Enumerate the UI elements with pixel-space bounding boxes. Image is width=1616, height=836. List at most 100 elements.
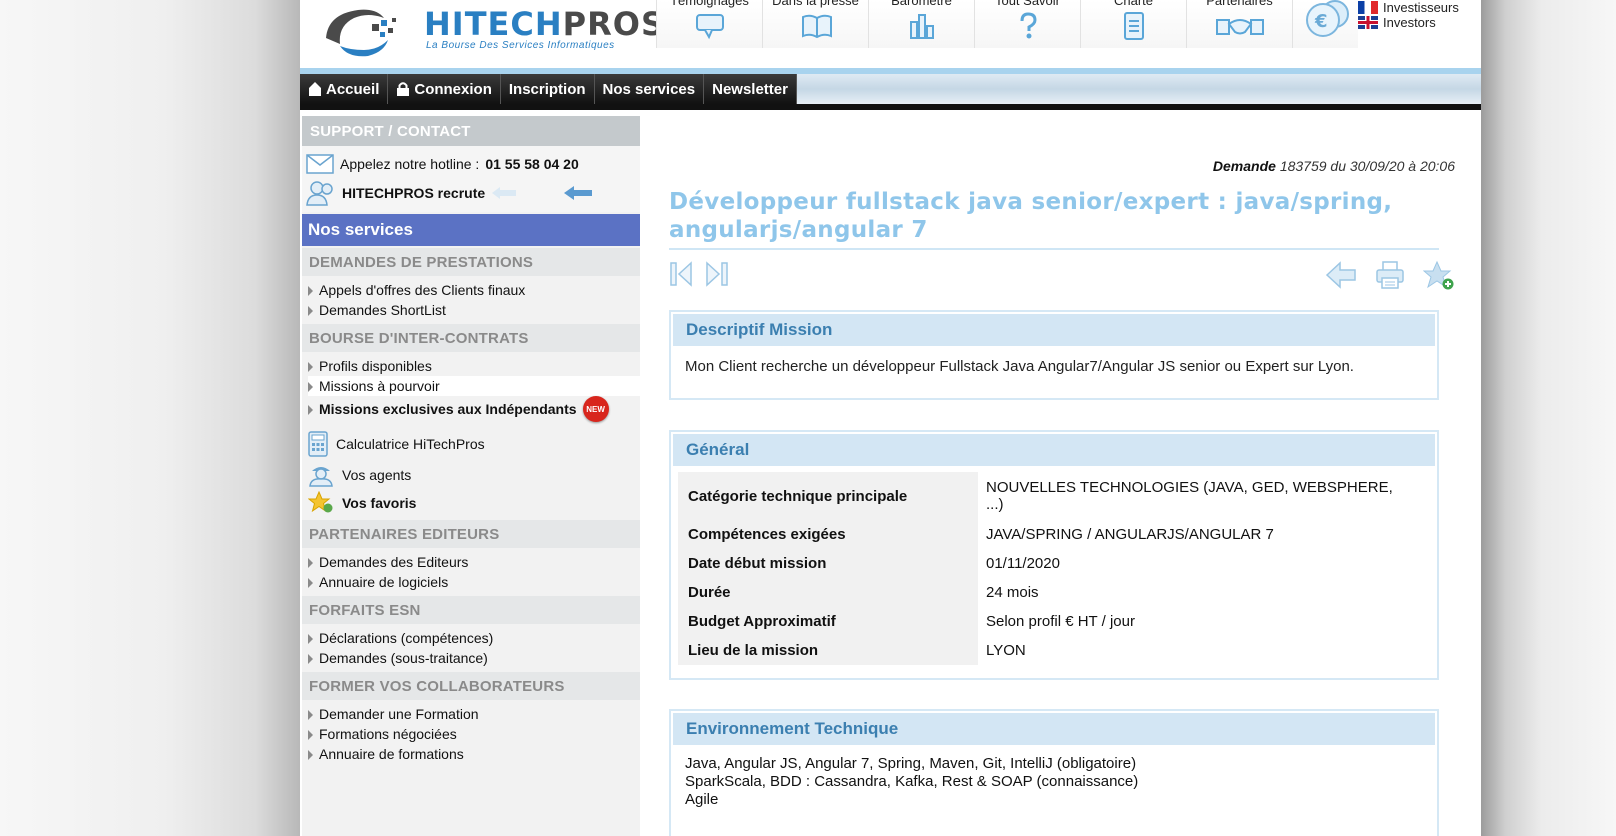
- topnav-investisseurs-euro[interactable]: €: [1292, 0, 1358, 48]
- nos-services-heading: Nos services: [302, 214, 640, 246]
- tool-calculatrice[interactable]: Calculatrice HiTechPros: [302, 428, 640, 460]
- tool-vos-agents[interactable]: Vos agents: [302, 460, 640, 490]
- hotline-label: Appelez notre hotline :: [340, 156, 480, 172]
- link-appels-offres[interactable]: Appels d'offres des Clients finaux: [308, 280, 640, 300]
- link-demander-formation[interactable]: Demander une Formation: [308, 704, 640, 724]
- support-contact-block: Appelez notre hotline : 01 55 58 04 20 H…: [302, 146, 640, 212]
- link-label: Missions exclusives aux Indépendants: [319, 401, 577, 417]
- section-bourse-inter-contrats: BOURSE D'INTER-CONTRATS: [302, 324, 640, 352]
- mission-description: Mon Client recherche un développeur Full…: [685, 358, 1354, 375]
- link-declarations[interactable]: Déclarations (compétences): [308, 628, 640, 648]
- tool-label: Vos agents: [342, 467, 412, 483]
- menu-nos-services[interactable]: Nos services: [594, 74, 705, 104]
- topnav-temoignages[interactable]: Témoignages: [656, 0, 762, 48]
- menu-inscription[interactable]: Inscription: [500, 74, 595, 104]
- panel-heading: Descriptif Mission: [673, 314, 1435, 346]
- bar-chart-icon: [910, 14, 934, 39]
- arrow-left-faded-icon: [492, 187, 517, 199]
- table-row: Catégorie technique principale NOUVELLES …: [678, 472, 1416, 520]
- menu-newsletter[interactable]: Newsletter: [704, 74, 797, 104]
- lang-fr-link[interactable]: Investisseurs: [1358, 0, 1459, 15]
- bullet-triangle-icon: [308, 382, 313, 392]
- table-row: Durée 24 mois: [678, 578, 1416, 607]
- menu-label: Connexion: [414, 80, 492, 98]
- topnav-label: Charte: [1113, 0, 1154, 8]
- topnav-label: Tout Savoir: [994, 0, 1061, 8]
- table-row: Lieu de la mission LYON: [678, 636, 1416, 665]
- lang-uk-link[interactable]: Investors: [1358, 15, 1459, 30]
- link-missions-a-pourvoir[interactable]: Missions à pourvoir: [308, 376, 640, 396]
- section-links: Appels d'offres des Clients finaux Deman…: [302, 276, 640, 322]
- link-missions-exclusives[interactable]: Missions exclusives aux Indépendants NEW: [308, 396, 640, 422]
- link-demandes-sous-traitance[interactable]: Demandes (sous-traitance): [308, 648, 640, 668]
- home-icon: [309, 82, 321, 96]
- panel-descriptif-mission: Descriptif Mission Mon Client recherche …: [669, 310, 1439, 400]
- topnav-label: Partenaires: [1206, 0, 1273, 8]
- tool-label: Vos favoris: [342, 495, 417, 511]
- topnav-charte[interactable]: Charte: [1080, 0, 1186, 48]
- topnav-barometre[interactable]: Baromètre: [868, 0, 974, 48]
- back-button[interactable]: [1325, 260, 1357, 295]
- people-icon: [306, 181, 333, 206]
- france-flag-icon: [1358, 1, 1378, 14]
- uk-flag-icon: [1358, 16, 1378, 29]
- link-demandes-shortlist[interactable]: Demandes ShortList: [308, 300, 640, 320]
- main-content: Demande 183759 du 30/09/20 à 20:06 Dével…: [643, 116, 1481, 836]
- environment-line: SparkScala, BDD : Cassandra, Kafka, Rest…: [685, 773, 1139, 790]
- link-label: Demander une Formation: [319, 706, 479, 722]
- print-button[interactable]: [1375, 260, 1405, 295]
- link-annuaire-formations[interactable]: Annuaire de formations: [308, 744, 640, 764]
- logo-wordmark: HITECHPROS: [424, 5, 665, 43]
- section-partenaires-editeurs: PARTENAIRES EDITEURS: [302, 520, 640, 548]
- site-logo[interactable]: HITECHPROS La Bourse Des Services Inform…: [316, 0, 664, 64]
- menu-accueil[interactable]: Accueil: [300, 74, 389, 104]
- site-header: HITECHPROS La Bourse Des Services Inform…: [300, 0, 1481, 68]
- link-demandes-editeurs[interactable]: Demandes des Editeurs: [308, 552, 640, 572]
- previous-icon: [670, 261, 692, 287]
- row-value: 24 mois: [986, 584, 1039, 601]
- top-navigation: Témoignages Dans la presse Baromètre Tou…: [656, 0, 1358, 48]
- topnav-tout-savoir[interactable]: Tout Savoir: [974, 0, 1080, 48]
- main-menubar: Accueil Connexion Inscription Nos servic…: [300, 74, 1481, 104]
- menu-connexion[interactable]: Connexion: [388, 74, 501, 104]
- add-favorite-button[interactable]: [1422, 260, 1455, 295]
- question-mark-icon: [1020, 12, 1037, 39]
- bullet-triangle-icon: [308, 654, 313, 664]
- topnav-partenaires[interactable]: Partenaires: [1186, 0, 1292, 48]
- calculator-icon: [308, 431, 328, 457]
- bullet-triangle-icon: [308, 405, 313, 415]
- link-annuaire-logiciels[interactable]: Annuaire de logiciels: [308, 572, 640, 592]
- topnav-label: Dans la presse: [772, 0, 859, 8]
- hotline-number[interactable]: 01 55 58 04 20: [485, 156, 578, 172]
- menubar-bottom-border: [300, 104, 1481, 110]
- topnav-presse[interactable]: Dans la presse: [762, 0, 868, 48]
- row-key: Budget Approximatif: [678, 607, 978, 636]
- svg-text:€: €: [1314, 11, 1328, 32]
- record-navigation: [669, 260, 729, 291]
- menu-label: Newsletter: [712, 80, 788, 98]
- bullet-triangle-icon: [308, 558, 313, 568]
- envelope-icon: [306, 154, 334, 174]
- euro-coins-icon: €: [1306, 0, 1349, 37]
- environment-line: Java, Angular JS, Angular 7, Spring, Mav…: [685, 755, 1137, 772]
- recrute-link[interactable]: HITECHPROS recrute: [306, 178, 640, 208]
- previous-record-button[interactable]: [669, 260, 695, 291]
- section-links: Déclarations (compétences) Demandes (sou…: [302, 624, 640, 670]
- link-label: Déclarations (compétences): [319, 630, 494, 646]
- link-label: Missions à pourvoir: [319, 378, 440, 394]
- next-record-button[interactable]: [703, 260, 729, 291]
- link-label: Annuaire de formations: [319, 746, 464, 762]
- support-contact-heading: SUPPORT / CONTACT: [302, 116, 640, 146]
- panel-general: Général Catégorie technique principale NO…: [669, 430, 1439, 680]
- link-formations-negociees[interactable]: Formations négociées: [308, 724, 640, 744]
- new-badge: NEW: [582, 396, 609, 422]
- sidebar: SUPPORT / CONTACT Appelez notre hotline …: [302, 116, 640, 836]
- record-actions: [1325, 260, 1455, 295]
- bullet-triangle-icon: [308, 286, 313, 296]
- main-menu: Accueil Connexion Inscription Nos servic…: [300, 74, 797, 104]
- link-label: Formations négociées: [319, 726, 457, 742]
- tool-vos-favoris[interactable]: Vos favoris: [302, 490, 640, 516]
- link-profils-disponibles[interactable]: Profils disponibles: [308, 356, 640, 376]
- section-former-collaborateurs: FORMER VOS COLLABORATEURS: [302, 672, 640, 700]
- demande-detail: 183759 du 30/09/20 à 20:06: [1279, 158, 1455, 174]
